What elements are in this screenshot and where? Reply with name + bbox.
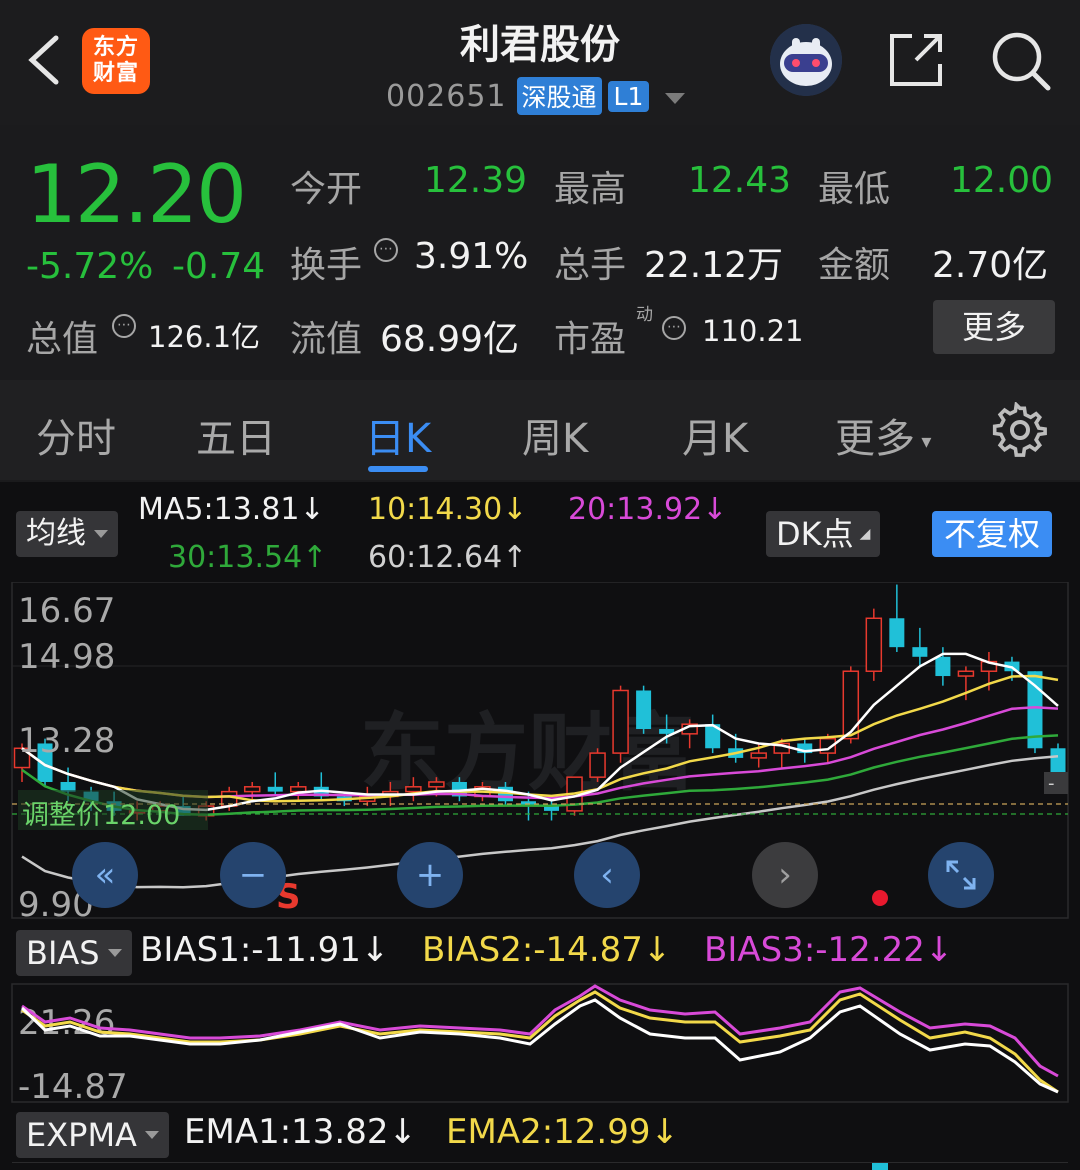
info-icon[interactable]: ⋯ [374,238,398,262]
float-cap-label: 流值 [290,319,363,360]
volume-label: 总手 [554,245,627,286]
chevron-down-icon[interactable] [665,92,686,104]
ma30-value: 30:13.54↑ [168,540,328,575]
candle [267,786,283,792]
scroll-left-button[interactable]: ‹ [574,842,640,908]
high-label: 最高 [554,169,627,210]
amount-label: 金额 [818,245,891,286]
dk-point-button[interactable]: DK点 ◢ [766,511,881,557]
low-value: 12.00 [950,160,1054,201]
adjusted-price-label: 调整价12.00 [22,800,180,831]
candle [935,656,951,677]
shenzhen-connect-badge: 深股通 [516,77,602,115]
turnover-label: 换手 [290,245,363,286]
candle [957,670,975,677]
market-cap-label: 总值 [26,319,99,360]
expma-selector[interactable]: EXPMA [16,1112,169,1158]
active-tab-indicator [368,466,428,472]
dk-point-label: DK点 [776,515,854,553]
amount-value: 2.70亿 [932,245,1049,286]
bias-selector-label: BIAS [26,934,100,972]
tab-more[interactable]: 更多 ▾ [835,406,931,464]
candle [290,786,307,793]
bias1-value: BIAS1:-11.91↓ [140,930,390,970]
high-value: 12.43 [688,160,792,201]
stock-code-row[interactable]: 002651 深股通 L1 [386,76,686,116]
change-percent: -5.72% [26,246,154,287]
price-tag: - [1048,773,1055,794]
ma-selector[interactable]: 均线 [16,511,118,557]
bias-selector[interactable]: BIAS [16,930,132,976]
ma5-value: MA5:13.81↓ [138,492,325,527]
candle [842,670,860,740]
search-icon[interactable] [990,30,1052,92]
tab-monthly-k[interactable]: 月K [682,406,748,464]
current-price: 12.20 [26,148,247,241]
kline-chart[interactable]: 东方财富 调整价12.00 - 16.67 14.98 13.28 9.90 S [0,582,1080,920]
ma20-value: 20:13.92↓ [568,492,728,527]
info-icon[interactable]: ⋯ [662,316,686,340]
open-label: 今开 [290,169,363,210]
y-label: 16.67 [18,591,115,631]
pe-value: 110.21 [702,314,804,348]
candle [243,786,261,793]
scroll-left-fast-button[interactable]: « [72,842,138,908]
gear-icon[interactable] [992,402,1048,458]
candle [612,689,629,754]
bias-chart[interactable]: 21.26 -14.87 [0,982,1080,1104]
adjust-toggle[interactable]: 不复权 [932,511,1053,557]
stock-code: 002651 [386,78,507,114]
y-label: 13.28 [18,721,115,761]
y-label: 14.98 [18,637,115,677]
expma-selector-label: EXPMA [26,1116,137,1154]
candle [889,618,905,648]
candle [428,781,445,788]
ma60-value: 60:12.64↑ [368,540,528,575]
bias3-value: BIAS3:-12.22↓ [704,930,954,970]
fullscreen-button[interactable] [928,842,994,908]
tab-intraday[interactable]: 分时 [36,406,116,464]
level1-badge: L1 [607,80,650,112]
tab-more-label: 更多 [835,416,915,462]
more-quote-button[interactable]: 更多 [933,300,1055,354]
tab-weekly-k[interactable]: 周K [522,406,588,464]
pe-label: 市盈 [554,319,627,360]
bias2-value: BIAS2:-14.87↓ [422,930,672,970]
market-cap-value: 126.1亿 [148,320,261,354]
ema2-value: EMA2:12.99↓ [446,1112,679,1152]
mascot-avatar-icon[interactable] [770,24,842,96]
candle [865,617,883,672]
zoom-in-button[interactable]: + [397,842,463,908]
expma-candle-stub [872,1163,888,1170]
ma10-value: 10:14.30↓ [368,492,528,527]
volume-value: 22.12万 [644,245,784,286]
zoom-out-button[interactable]: − [220,842,286,908]
signal-dot [872,890,888,906]
ema1-value: EMA1:13.82↓ [184,1112,417,1152]
expand-icon [946,860,976,890]
tab-daily-k[interactable]: 日K [365,406,431,464]
pe-dynamic-superscript: 动 [636,305,653,325]
tab-five-day[interactable]: 五日 [196,406,276,464]
turnover-value: 3.91% [414,236,529,277]
change-amount: -0.74 [172,246,266,287]
scroll-right-button[interactable]: › [752,842,818,908]
low-label: 最低 [818,169,891,210]
y-label: -14.87 [18,1067,128,1104]
open-value: 12.39 [424,160,528,201]
candle [405,786,422,793]
candle [636,690,652,730]
expma-chart-top [12,1162,1068,1163]
info-icon[interactable]: ⋯ [112,314,136,338]
float-cap-value: 68.99亿 [380,319,520,360]
candle [750,752,767,759]
candle [589,752,606,778]
candle [912,647,928,657]
share-external-icon[interactable] [886,30,946,90]
ma-selector-label: 均线 [26,516,86,551]
